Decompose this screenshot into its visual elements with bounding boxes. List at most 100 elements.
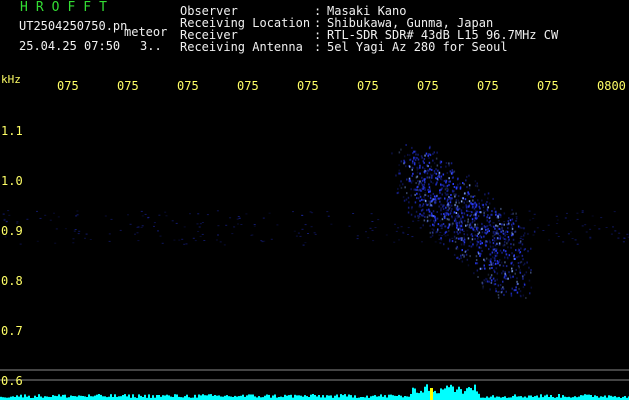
echo-dot xyxy=(448,180,450,183)
noise-dot xyxy=(84,237,86,239)
noise-dot xyxy=(419,227,422,229)
echo-dot xyxy=(507,257,509,260)
noise-dot xyxy=(443,233,446,235)
echo-dot xyxy=(492,231,495,234)
spectrum-bar xyxy=(122,395,124,400)
echo-dot xyxy=(436,194,438,197)
echo-dot xyxy=(480,246,482,249)
echo-dot xyxy=(470,195,472,198)
noise-dot xyxy=(622,241,625,243)
echo-dot xyxy=(421,204,424,207)
noise-dot xyxy=(581,211,584,213)
echo-dot xyxy=(449,199,452,201)
noise-dot xyxy=(197,231,200,232)
echo-dot xyxy=(444,231,447,234)
echo-dot xyxy=(502,236,504,239)
spectrum-bar xyxy=(118,396,120,400)
spectrum-bar xyxy=(624,396,626,400)
noise-dot xyxy=(75,215,78,217)
echo-dot xyxy=(471,207,474,209)
noise-dot xyxy=(44,214,47,216)
echo-dot xyxy=(522,258,524,261)
echo-dot xyxy=(409,179,411,182)
echo-dot xyxy=(501,227,503,230)
echo-dot xyxy=(530,269,532,271)
echo-dot xyxy=(474,230,476,233)
echo-dot xyxy=(486,225,489,228)
echo-dot xyxy=(400,186,403,189)
echo-dot xyxy=(418,193,421,196)
echo-dot xyxy=(417,153,419,156)
noise-dot xyxy=(400,226,403,228)
echo-dot xyxy=(483,226,486,229)
echo-dot xyxy=(507,240,509,243)
echo-dot xyxy=(454,203,456,206)
echo-dot xyxy=(502,264,505,267)
noise-dot xyxy=(377,219,380,221)
spectrum-bar xyxy=(70,395,72,400)
noise-dot xyxy=(49,219,52,221)
echo-dot xyxy=(447,247,450,250)
echo-dot xyxy=(419,166,421,169)
echo-dot xyxy=(494,244,497,247)
echo-dot xyxy=(433,221,436,224)
echo-dot xyxy=(521,243,524,246)
noise-dot xyxy=(515,216,518,217)
spectrum-bar xyxy=(114,394,116,400)
noise-dot xyxy=(566,212,568,214)
spectrum-bar xyxy=(158,395,160,400)
echo-dot xyxy=(485,244,487,247)
echo-dot xyxy=(461,215,464,218)
echo-dot xyxy=(461,253,464,256)
noise-dot xyxy=(219,241,222,243)
echo-dot xyxy=(397,187,399,190)
echo-dot xyxy=(426,176,428,179)
spectrum-bar xyxy=(170,396,172,400)
echo-dot xyxy=(519,271,522,274)
echo-dot xyxy=(467,218,469,221)
spectrum-bar xyxy=(582,395,584,400)
spectrum-bar xyxy=(614,396,616,400)
echo-dot xyxy=(415,153,417,156)
spectrum-bar xyxy=(300,395,302,400)
echo-dot xyxy=(517,262,520,264)
echo-dot xyxy=(461,237,463,240)
echo-dot xyxy=(515,249,517,252)
echo-dot xyxy=(435,157,438,160)
echo-dot xyxy=(458,258,461,260)
freq-tick-label: 1.0 xyxy=(1,174,23,188)
echo-dot xyxy=(523,273,526,276)
echo-dot xyxy=(398,164,400,167)
echo-dot xyxy=(523,234,525,237)
noise-dot xyxy=(440,228,443,230)
echo-dot xyxy=(447,209,449,212)
spectrum-bar xyxy=(550,395,552,400)
spectrum-bar xyxy=(306,396,308,400)
echo-dot xyxy=(476,203,478,206)
noise-dot xyxy=(444,235,447,237)
spectrum-bar xyxy=(202,394,204,400)
echo-dot xyxy=(407,196,410,199)
noise-dot xyxy=(16,221,19,223)
spectrum-bar xyxy=(296,395,298,400)
echo-dot xyxy=(516,283,518,286)
echo-dot xyxy=(482,285,484,288)
echo-dot xyxy=(493,237,496,240)
echo-dot xyxy=(496,260,499,263)
echo-dot xyxy=(448,183,450,186)
echo-dot xyxy=(484,193,486,196)
echo-dot xyxy=(512,243,515,246)
noise-dot xyxy=(574,239,577,241)
echo-dot xyxy=(465,253,468,256)
echo-dot xyxy=(452,222,454,225)
echo-dot xyxy=(487,273,490,276)
noise-dot xyxy=(110,218,113,220)
echo-dot xyxy=(509,219,512,222)
spectrum-bar xyxy=(88,394,90,400)
echo-dot xyxy=(439,197,442,200)
time-tick-label: 075 xyxy=(237,79,259,93)
spectrum-bar xyxy=(230,396,232,400)
spectrum-bar xyxy=(580,395,582,400)
noise-dot xyxy=(626,233,629,235)
echo-dot xyxy=(453,219,456,222)
